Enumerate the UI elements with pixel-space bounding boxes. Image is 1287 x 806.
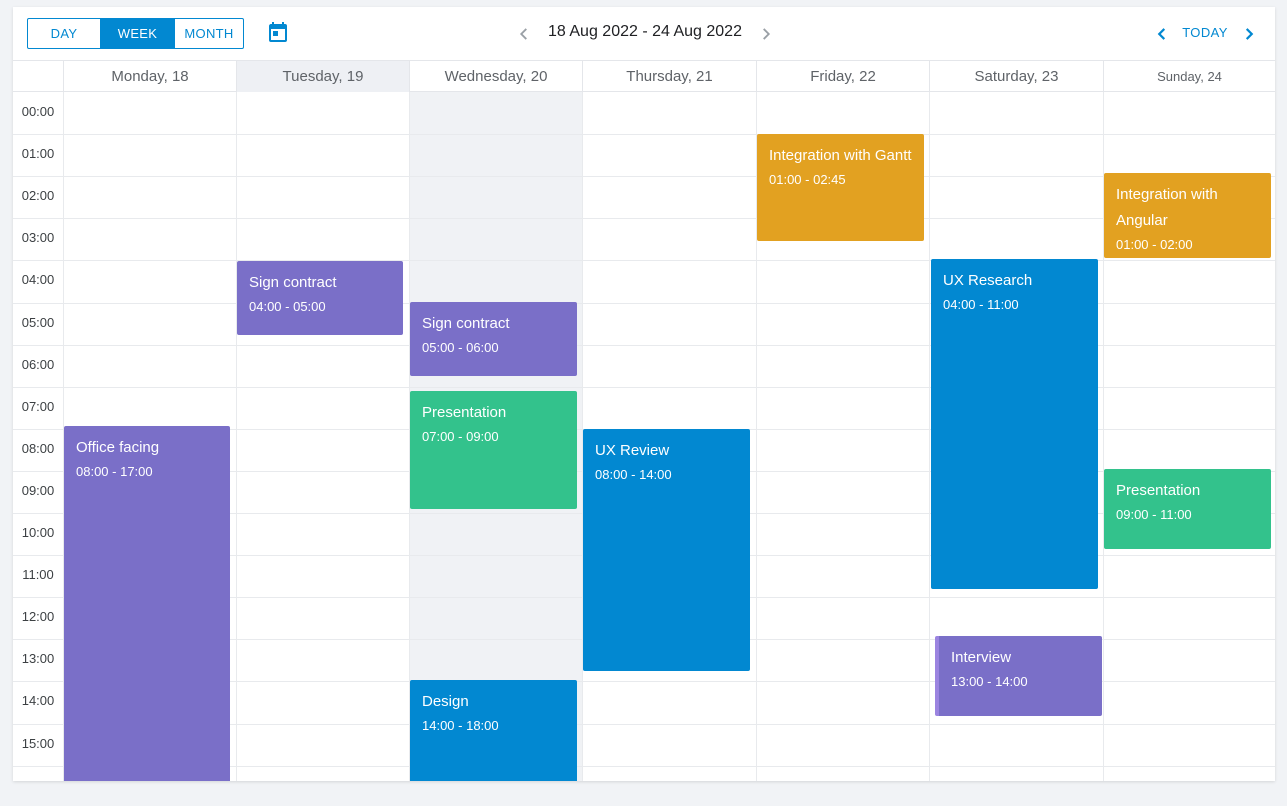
week-view-button[interactable]: WEEK	[100, 19, 174, 48]
event-ux-review[interactable]: UX Review 08:00 - 14:00	[583, 429, 750, 671]
hour-gridline	[13, 134, 1275, 135]
event-ux-research[interactable]: UX Research 04:00 - 11:00	[931, 259, 1098, 589]
event-title: Interview	[951, 649, 1012, 666]
event-time: 01:00 - 02:45	[769, 172, 846, 187]
time-label: 02:00	[21, 188, 55, 203]
time-label: 15:00	[21, 736, 55, 751]
day-header-friday[interactable]: Friday, 22	[756, 61, 929, 92]
time-label: 14:00	[21, 693, 55, 708]
time-label: 09:00	[21, 483, 55, 498]
event-presentation-wednesday[interactable]: Presentation 07:00 - 09:00	[410, 391, 577, 509]
time-label: 08:00	[21, 441, 55, 456]
event-title: Sign contract	[249, 274, 337, 291]
date-range-label: 18 Aug 2022 - 24 Aug 2022	[548, 23, 742, 40]
event-design[interactable]: Design 14:00 - 18:00	[410, 680, 577, 781]
event-time: 01:00 - 02:00	[1116, 237, 1193, 252]
hour-gridline	[13, 218, 1275, 219]
event-title: Integration with Angular	[1116, 186, 1218, 229]
day-header-wednesday[interactable]: Wednesday, 20	[409, 61, 582, 92]
time-label: 12:00	[21, 609, 55, 624]
day-header-tuesday[interactable]: Tuesday, 19	[236, 61, 409, 92]
event-sign-contract-tuesday[interactable]: Sign contract 04:00 - 05:00	[237, 261, 403, 335]
event-time: 09:00 - 11:00	[1116, 507, 1192, 522]
hour-gridline	[13, 176, 1275, 177]
calendar-icon[interactable]	[266, 21, 290, 45]
previous-week-chevron-icon[interactable]	[513, 23, 535, 45]
event-title: Integration with Gantt	[769, 147, 912, 164]
today-previous-chevron-icon[interactable]	[1151, 23, 1173, 45]
day-header-thursday[interactable]: Thursday, 21	[582, 61, 756, 92]
event-sign-contract-wednesday[interactable]: Sign contract 05:00 - 06:00	[410, 302, 577, 376]
event-integration-angular[interactable]: Integration with Angular 01:00 - 02:00	[1104, 173, 1271, 258]
time-label: 10:00	[21, 525, 55, 540]
event-time: 07:00 - 09:00	[422, 429, 499, 444]
event-time: 04:00 - 05:00	[249, 299, 326, 314]
scheduler: DAY WEEK MONTH 18 Aug 2022 - 24 Aug 2022…	[13, 7, 1275, 781]
time-label: 13:00	[21, 651, 55, 666]
event-time: 08:00 - 17:00	[76, 464, 153, 479]
time-label: 00:00	[21, 104, 55, 119]
event-title: Presentation	[1116, 482, 1201, 499]
day-header-sunday[interactable]: Sunday, 24	[1103, 61, 1275, 92]
today-next-chevron-icon[interactable]	[1238, 23, 1260, 45]
event-time: 08:00 - 14:00	[595, 467, 672, 482]
event-time: 05:00 - 06:00	[422, 340, 499, 355]
today-button[interactable]: TODAY	[1175, 25, 1235, 40]
day-view-button[interactable]: DAY	[28, 19, 100, 48]
event-interview[interactable]: Interview 13:00 - 14:00	[935, 636, 1102, 716]
day-column-divider	[929, 92, 930, 781]
scheduler-toolbar: DAY WEEK MONTH 18 Aug 2022 - 24 Aug 2022…	[13, 7, 1275, 60]
event-title: Office facing	[76, 439, 160, 456]
day-header-saturday[interactable]: Saturday, 23	[929, 61, 1103, 92]
event-title: UX Review	[595, 442, 670, 459]
event-time: 14:00 - 18:00	[422, 718, 499, 733]
time-label: 04:00	[21, 272, 55, 287]
month-view-button[interactable]: MONTH	[174, 19, 243, 48]
day-header-monday[interactable]: Monday, 18	[63, 61, 236, 92]
event-title: Presentation	[422, 404, 507, 421]
event-title: Sign contract	[422, 315, 510, 332]
time-label: 06:00	[21, 357, 55, 372]
time-label: 05:00	[21, 315, 55, 330]
event-title: UX Research	[943, 272, 1033, 289]
day-header-row: Monday, 18 Tuesday, 19 Wednesday, 20 Thu…	[13, 60, 1275, 92]
event-time: 13:00 - 14:00	[951, 674, 1028, 689]
time-label: 07:00	[21, 399, 55, 414]
event-presentation-sunday[interactable]: Presentation 09:00 - 11:00	[1104, 469, 1271, 549]
next-week-chevron-icon[interactable]	[755, 23, 777, 45]
time-label: 01:00	[21, 146, 55, 161]
week-grid[interactable]: 00:00 01:00 02:00 03:00 04:00 05:00 06:00 07:00…	[13, 92, 1275, 781]
day-column-divider	[236, 92, 237, 781]
view-mode-switch: DAY WEEK MONTH	[27, 18, 244, 49]
time-label: 03:00	[21, 230, 55, 245]
time-label: 11:00	[22, 567, 54, 582]
event-time: 04:00 - 11:00	[943, 297, 1019, 312]
event-office-facing[interactable]: Office facing 08:00 - 17:00	[64, 426, 230, 781]
event-integration-gantt[interactable]: Integration with Gantt 01:00 - 02:45	[757, 134, 924, 241]
event-title: Design	[422, 693, 469, 710]
